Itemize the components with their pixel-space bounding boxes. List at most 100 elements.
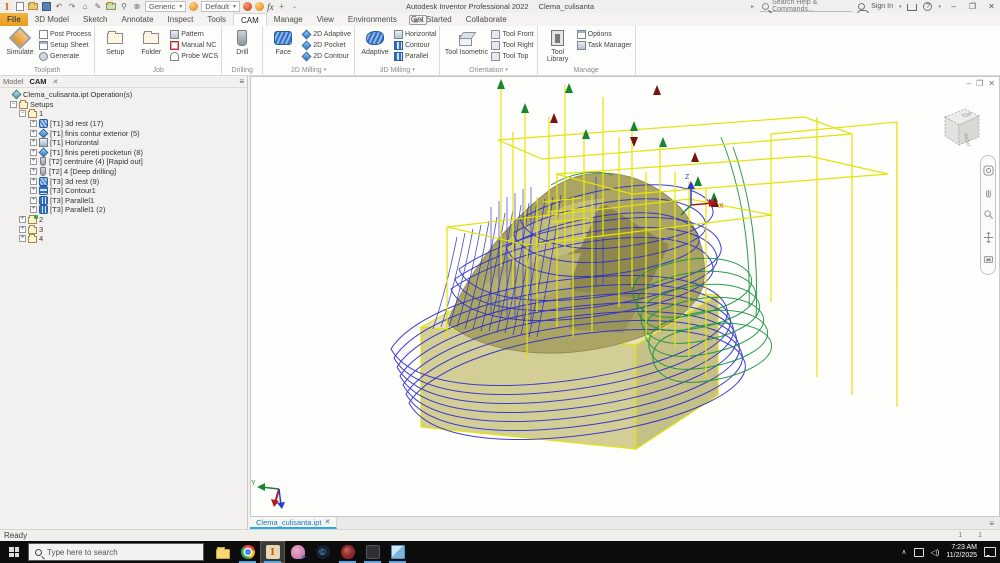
tool-library-button[interactable]: Tool Library [541,27,575,64]
redo-icon[interactable]: ↷ [67,2,77,12]
tray-expand-icon[interactable]: ∧ [901,548,906,556]
tool-isometric-button[interactable]: Tool Isometric [443,27,489,56]
expand-toggle[interactable] [19,225,26,233]
face-button[interactable]: Face [266,27,300,56]
taskbar-app-file-explorer[interactable] [210,541,235,563]
start-button[interactable] [0,541,28,563]
tool-front-button[interactable]: Tool Front [491,29,534,39]
expand-toggle[interactable] [10,100,17,108]
document-tab-menu-icon[interactable]: ≡ [989,519,994,528]
ribbon-tab[interactable]: Annotate [115,13,161,26]
adaptive-button[interactable]: Adaptive [358,27,392,56]
sign-in-button[interactable]: Sign In [871,3,893,10]
expand-toggle[interactable] [30,158,37,166]
search-expand-icon[interactable]: ▸ [751,3,754,10]
network-icon[interactable] [913,547,924,557]
2d-pocket-button[interactable]: 2D Pocket [301,40,351,50]
ribbon-tab[interactable]: Sketch [76,13,114,26]
material-select[interactable]: Generic ▾ [145,1,187,12]
adjust-icon[interactable] [243,2,253,11]
look-at-icon[interactable] [983,254,994,265]
manual-nc-button[interactable]: Manual NC [170,40,218,50]
taskbar-clock[interactable]: 7:23 AM 11/2/2025 [946,544,977,560]
expand-toggle[interactable] [30,129,37,137]
ribbon-tab[interactable]: View [310,13,341,26]
options-button[interactable]: Options [576,29,632,39]
tree-row[interactable]: [T1] finis pereti pocketuri (8) [0,147,247,158]
ribbon-tab[interactable]: Environments [341,13,404,26]
expand-toggle[interactable] [30,148,37,156]
tree-row[interactable]: Setups [0,99,247,110]
expand-toggle[interactable] [30,177,37,185]
clear-appearance-icon[interactable] [255,2,265,11]
ribbon-display-toggle[interactable]: ▣ ▾ [409,15,427,25]
taskbar-app-pink[interactable] [285,541,310,563]
tree-row[interactable]: 3 [0,224,247,234]
document-tab-close-icon[interactable]: ✕ [324,518,330,526]
generate-button[interactable]: Generate [39,51,91,61]
view-cube[interactable]: TOP RIGHT [935,101,987,153]
tree-row[interactable]: 2 [0,215,247,225]
zoom-icon[interactable] [983,209,994,220]
taskbar-app-dark[interactable] [360,541,385,563]
parallel-button[interactable]: Parallel [393,51,437,61]
tree-row[interactable]: Clema_culisanta.ipt Operation(s) [0,89,247,100]
ribbon-tab[interactable]: Tools [200,13,233,26]
tool-top-button[interactable]: Tool Top [491,51,533,61]
taskbar-app-blue[interactable] [385,541,410,563]
tree-row[interactable]: [T2] centruire (4) [Rapid out] [0,157,247,167]
taskbar-app-chrome[interactable] [235,541,260,563]
update-icon[interactable] [106,2,116,12]
taskbar-app-red[interactable] [335,541,360,563]
tree-row[interactable]: [T3] Parallel1 [0,195,247,206]
orbit-icon[interactable] [983,231,994,243]
ribbon-tab[interactable]: File [0,13,28,26]
pattern-button[interactable]: Pattern [170,29,218,39]
help-caret-icon[interactable]: ▾ [938,4,941,10]
2d-adaptive-button[interactable]: 2D Adaptive [301,29,351,39]
taskbar-app-copyright[interactable]: © [310,541,335,563]
browser-tab-cam[interactable]: CAM [29,77,46,86]
setup-sheet-button[interactable]: Setup Sheet [39,40,91,50]
add-qat-icon[interactable]: + [277,2,287,12]
tree-row[interactable]: [T1] Horizontal [0,138,247,148]
expand-toggle[interactable] [19,235,26,243]
deselect-icon[interactable]: ⊗ [132,2,142,12]
tool-right-button[interactable]: Tool Right [491,40,534,50]
taskbar-app-inventor[interactable]: I [260,541,285,563]
help-search-input[interactable]: Search Help & Commands... [760,0,853,13]
sign-in-caret-icon[interactable]: ▾ [899,4,902,10]
doc-restore-button[interactable]: ❐ [976,79,983,88]
task-manager-button[interactable]: Task Manager [576,40,632,50]
minimize-button[interactable]: – [947,1,960,12]
group-label-orientation[interactable]: Orientation [443,65,533,75]
restore-button[interactable]: ❐ [966,1,979,12]
doc-close-button[interactable]: ✕ [988,79,995,88]
folder-button[interactable]: Folder [134,27,168,56]
expand-toggle[interactable] [30,206,37,214]
tree-row[interactable]: 4 [0,234,247,244]
tree-row[interactable]: 1 [0,109,247,119]
ribbon-tab[interactable]: Inspect [161,13,201,26]
inventor-logo-icon[interactable]: I [2,1,12,13]
2d-contour-button[interactable]: 2D Contour [301,51,351,61]
group-label-2d-milling[interactable]: 2D Milling [266,65,351,75]
tree-row[interactable]: [T3] Parallel1 (2) [0,205,247,215]
browser-menu-icon[interactable]: ≡ [239,77,244,86]
viewport[interactable]: – ❐ ✕ TOP RIGHT Z X Y [250,76,1000,517]
home-icon[interactable]: ⌂ [80,2,90,12]
horizontal-button[interactable]: Horizontal [393,29,436,39]
open-file-icon[interactable] [28,2,38,12]
ribbon-tab[interactable]: CAM [233,13,267,26]
action-center-icon[interactable] [984,547,996,557]
drill-button[interactable]: Drill [225,27,259,56]
expand-toggle[interactable] [30,120,37,128]
ribbon-tab[interactable]: Collaborate [459,13,514,26]
store-cart-icon[interactable] [907,4,918,11]
undo-icon[interactable]: ↶ [54,2,64,12]
new-file-icon[interactable] [15,2,25,12]
expand-toggle[interactable] [30,187,37,195]
expand-toggle[interactable] [30,168,37,176]
sketch-icon[interactable]: ✎ [93,2,103,12]
post-process-button[interactable]: Post Process [39,29,91,39]
